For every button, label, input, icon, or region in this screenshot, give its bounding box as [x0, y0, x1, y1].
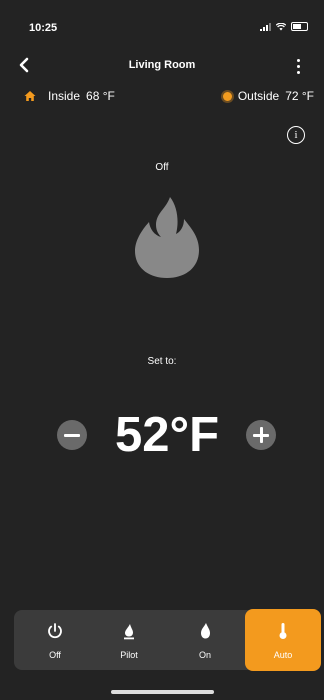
inside-value: 68 °F	[86, 89, 115, 103]
temperature-readouts: Inside 68 °F Outside 72 °F	[0, 88, 324, 108]
flame-icon	[201, 623, 210, 639]
signal-icon	[260, 22, 271, 31]
home-icon	[24, 91, 36, 101]
outside-temperature: Outside 72 °F	[222, 89, 314, 103]
outside-value: 72 °F	[285, 89, 314, 103]
more-options-icon[interactable]	[290, 55, 306, 77]
page-title: Living Room	[128, 59, 196, 71]
top-bar: Living Room	[0, 50, 324, 80]
wifi-icon	[276, 22, 286, 30]
mode-pilot-label: Pilot	[120, 650, 138, 660]
mode-auto-button[interactable]: Auto	[245, 609, 321, 671]
info-icon[interactable]: i	[287, 126, 305, 144]
flame-icon	[135, 197, 199, 278]
setpoint-control: 52°F	[0, 405, 324, 465]
mode-on-button[interactable]: On	[168, 610, 242, 670]
mode-off-label: Off	[49, 650, 61, 660]
set-to-label: Set to:	[147, 356, 177, 367]
setpoint-value: 52°F	[114, 408, 220, 462]
mode-auto-label: Auto	[273, 650, 293, 660]
status-bar: 10:25	[0, 0, 324, 46]
inside-label: Inside	[48, 89, 81, 103]
power-icon	[48, 623, 62, 639]
mode-on-label: On	[198, 650, 211, 660]
status-icons	[260, 22, 308, 31]
thermometer-icon	[279, 623, 287, 639]
increase-temperature-button[interactable]	[246, 420, 276, 450]
battery-icon	[291, 22, 308, 31]
mode-off-button[interactable]: Off	[18, 610, 92, 670]
fireplace-status: Off	[155, 162, 169, 173]
mode-selector: Off Pilot On Auto	[14, 609, 321, 671]
status-time: 10:25	[29, 22, 58, 34]
pilot-icon	[124, 624, 134, 640]
inside-temperature: Inside 68 °F	[24, 89, 115, 103]
home-indicator[interactable]	[111, 690, 214, 694]
sun-icon	[222, 91, 232, 101]
mode-pilot-button[interactable]: Pilot	[92, 610, 166, 670]
outside-label: Outside	[237, 89, 280, 103]
decrease-temperature-button[interactable]	[57, 420, 87, 450]
